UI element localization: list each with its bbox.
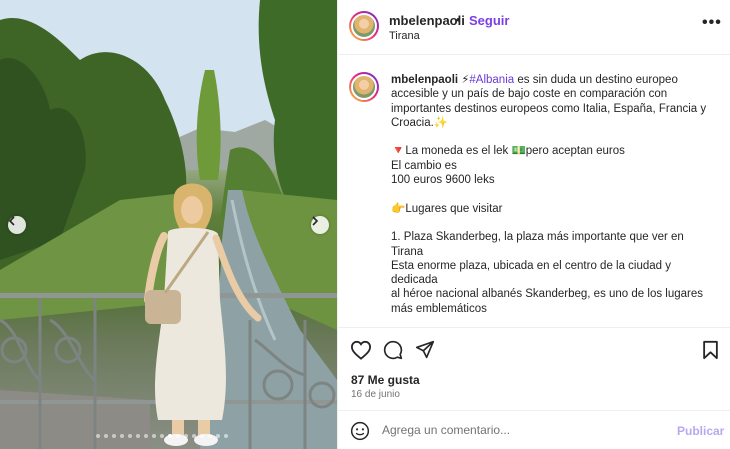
carousel-dot [144,434,148,438]
previous-slide-button[interactable] [8,216,26,234]
carousel-dot [120,434,124,438]
follow-button[interactable]: Seguir [469,13,509,28]
chevron-left-icon [8,216,15,226]
carousel-dot [176,434,180,438]
carousel-dot [168,434,172,438]
carousel-dot [160,434,164,438]
carousel-dot [200,434,204,438]
emoji-icon[interactable] [350,421,370,441]
comment-input[interactable] [382,419,662,441]
next-slide-button[interactable] [311,216,329,234]
photo-illustration [0,0,337,449]
bookmark-icon[interactable] [702,340,719,360]
post-photo [0,0,337,449]
carousel-dot [192,434,196,438]
hashtag-link[interactable]: #Albania [469,74,514,86]
carousel-dot [136,434,140,438]
post-date: 16 de junio [351,389,400,400]
carousel-dot [152,434,156,438]
carousel-dot [184,434,188,438]
location-link[interactable]: Tirana [389,30,420,42]
carousel-dot [128,434,132,438]
separator-dot: • [456,12,461,27]
comment-bar: Publicar [338,410,730,449]
post-header: mbelenpaoli • Seguir Tirana ••• [338,0,730,55]
chevron-right-icon [312,216,319,226]
carousel-dot [208,434,212,438]
carousel-indicator [96,434,228,438]
share-icon[interactable] [415,340,435,359]
post-panel: mbelenpaoli • Seguir Tirana ••• mbelenpa… [337,0,730,449]
comments-area[interactable]: mbelenpaoli ⚡#Albania es sin duda un des… [338,56,730,326]
heart-icon[interactable] [350,340,372,360]
username-link[interactable]: mbelenpaoli [389,13,465,28]
publish-button[interactable]: Publicar [677,424,724,438]
more-options-button[interactable]: ••• [702,15,722,31]
comment-icon[interactable] [383,340,403,360]
caption-body-2: 🔻La moneda es el lek 💵pero aceptan euros… [391,145,703,315]
likes-count[interactable]: 87 Me gusta [351,373,420,387]
caption-username[interactable]: mbelenpaoli [391,74,458,86]
carousel-dot [96,434,100,438]
carousel-dot [224,434,228,438]
carousel-dot [216,434,220,438]
caption-avatar[interactable] [349,72,379,102]
avatar[interactable] [349,11,379,41]
caption-text: mbelenpaoli ⚡#Albania es sin duda un des… [391,73,713,326]
carousel-dot [104,434,108,438]
carousel-dot [112,434,116,438]
